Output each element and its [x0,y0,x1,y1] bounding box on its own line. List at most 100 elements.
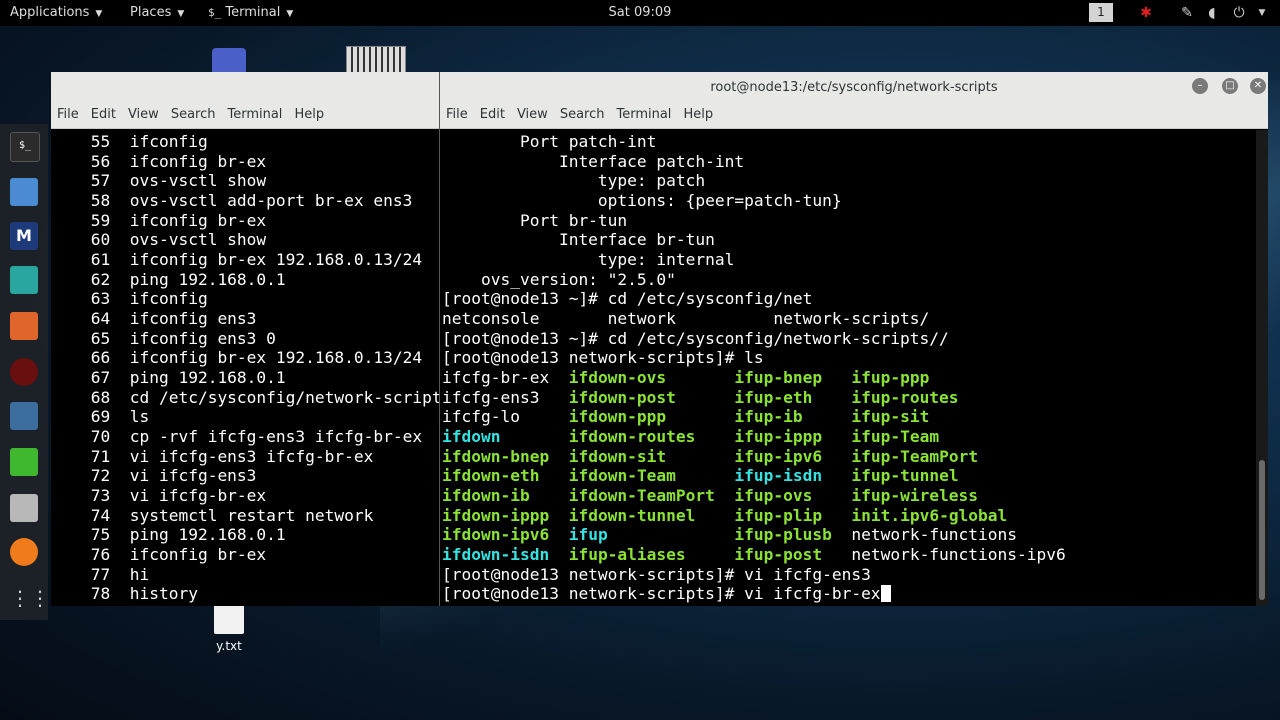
volume-icon[interactable]: ◖ [1203,4,1221,22]
clock[interactable]: Sat 09:09 [0,0,1280,26]
metasploit-icon[interactable]: M [10,222,38,250]
terminal-icon[interactable]: $_ [10,132,40,162]
window-titlebar[interactable]: root@node13:/etc/sysconfig/network-scrip… [440,72,1268,102]
history-line: 62 ping 192.168.0.1 [81,269,286,289]
terminal-window-left[interactable]: File Edit View Search Terminal Help 55 ifconf… [51,72,441,606]
minimize-icon[interactable]: – [1192,78,1208,94]
applications-menu[interactable]: Applications ▼ [10,0,102,26]
history-line: 77 hi [81,564,150,584]
tool-icon[interactable] [10,402,38,430]
terminal-text: [root@node13 network-scripts]# vi ifcfg-… [442,564,871,584]
notes-icon[interactable] [10,448,38,476]
terminal-output[interactable]: Port patch-int Interface patch-int type:… [442,132,1066,604]
file-entry: ifdown-ppp [568,407,667,427]
history-line: 55 ifconfig [81,132,208,151]
history-line: 58 ovs-vsctl add-port br-ex ens3 [81,191,413,211]
scrollbar[interactable] [1256,130,1268,606]
places-menu[interactable]: Places ▼ [130,0,184,26]
terminal-text: [root@node13 network-scripts]# vi ifcfg-… [442,584,881,604]
terminal-line: ifcfg-br-ex ifdown-ovs ifup-bnep ifup-pp… [442,368,1066,388]
menu-item-terminal[interactable]: Terminal [221,102,288,128]
file-entry: ifdown-TeamPort [568,486,715,506]
window-titlebar[interactable] [51,72,441,102]
file-entry: ifup-ipv6 [734,446,823,466]
chevron-down-icon[interactable]: ▼ [1253,4,1271,22]
file-entry: ifdown-routes [568,427,696,447]
terminal-output[interactable]: 55 ifconfig 56 ifconfig br-ex 57 ovs-vsc… [81,132,441,604]
terminal-app-menu[interactable]: $_ Terminal ▼ [208,0,293,26]
history-line: 72 vi ifcfg-ens3 [81,466,257,486]
menu-item-help[interactable]: Help [677,102,719,128]
menu-bar: File Edit View Search Terminal Help [440,102,1268,129]
chevron-down-icon: ▼ [177,9,185,19]
file-entry: ifup-aliases [568,545,686,565]
terminal-text: type: internal [442,250,735,270]
file-entry: ifup-ovs [734,486,813,506]
terminal-line: ovs_version: "2.5.0" [442,270,1066,290]
places-label: Places [130,5,172,20]
menu-item-edit[interactable]: Edit [85,102,122,128]
terminal-window-right[interactable]: root@node13:/etc/sysconfig/network-scrip… [439,72,1268,606]
terminal-line: [root@node13 network-scripts]# ls [442,348,1066,368]
maximize-icon[interactable]: □ [1222,78,1238,94]
terminal-line: [root@node13 ~]# cd /etc/sysconfig/net [442,289,1066,309]
history-line: 70 cp -rvf ifcfg-ens3 ifcfg-br-ex [81,427,423,447]
file-entry: ifup-routes [851,387,959,407]
terminal-line: Port br-tun [442,211,1066,231]
file-entry: ifdown-post [568,387,676,407]
files-icon[interactable] [10,178,38,206]
chevron-down-icon: ▼ [95,9,103,19]
file-label[interactable]: y.txt [199,639,259,653]
text-cursor [880,585,891,603]
text-file-icon[interactable] [214,602,244,634]
red-app-icon[interactable] [10,358,38,386]
terminal-text: [root@node13 network-scripts]# ls [442,348,764,368]
file-entry: ifdown [442,427,501,447]
file-entry: ifup-TeamPort [851,446,979,466]
firefox-icon[interactable] [10,538,38,566]
menu-item-file[interactable]: File [51,102,85,128]
red-app-icon[interactable]: ✱ [1137,4,1155,22]
menu-item-terminal[interactable]: Terminal [610,102,677,128]
file-entry: ifup-isdn [734,466,823,486]
history-line: 67 ping 192.168.0.1 [81,368,286,388]
power-icon[interactable]: ⏻ [1230,4,1248,22]
menu-item-view[interactable]: View [511,102,554,128]
video-thumbnail-icon[interactable] [346,46,406,74]
menu-item-search[interactable]: Search [554,102,611,128]
terminal-line: [root@node13 ~]# cd /etc/sysconfig/netwo… [442,329,1066,349]
burp-icon[interactable] [10,312,38,340]
settings-icon[interactable] [10,494,38,522]
terminal-line: Interface br-tun [442,230,1066,250]
scrollbar-thumb[interactable] [1259,460,1265,600]
workspace-indicator[interactable]: 1 [1089,3,1113,22]
menu-item-help[interactable]: Help [288,102,330,128]
close-icon[interactable]: ✕ [1250,78,1266,94]
menu-item-edit[interactable]: Edit [474,102,511,128]
terminal-text: netconsole network network-scripts/ [442,309,930,329]
pen-icon[interactable]: ✎ [1178,4,1196,22]
menu-item-file[interactable]: File [440,102,474,128]
file-entry: ifdown-ovs [568,368,667,388]
terminal-text: [root@node13 ~]# cd /etc/sysconfig/netwo… [442,328,949,348]
file-entry: ifdown-tunnel [568,505,696,525]
file-entry: ifup-eth [734,387,813,407]
menu-item-search[interactable]: Search [165,102,222,128]
file-entry: ifdown-bnep [442,446,550,466]
file-entry: ifup-wireless [851,486,979,506]
avatar-app-icon[interactable] [10,266,38,294]
history-line: 76 ifconfig br-ex [81,545,267,565]
video-file-icon[interactable] [212,48,246,74]
app-grid-icon[interactable]: ⋮⋮ [10,584,50,612]
file-entry: ifdown-ib [442,486,530,506]
menu-item-view[interactable]: View [122,102,165,128]
